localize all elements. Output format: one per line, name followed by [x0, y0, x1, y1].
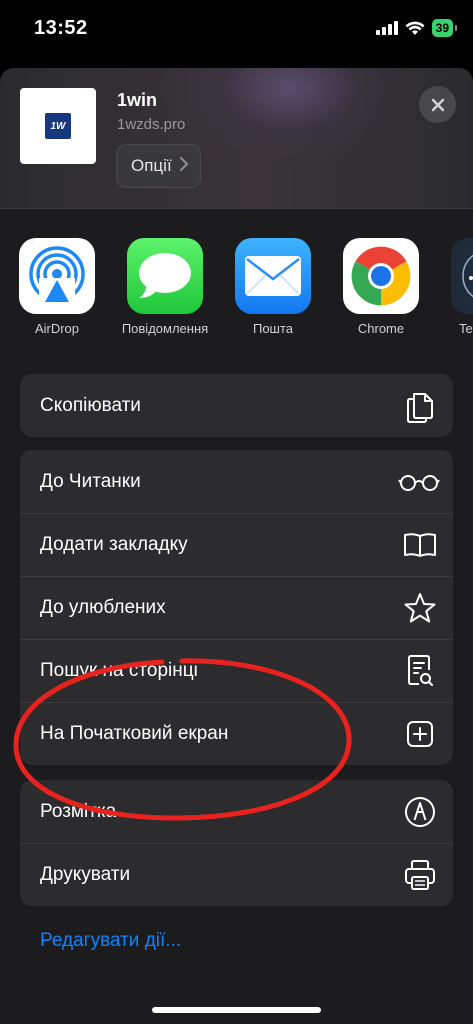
- action-add-to-home-screen[interactable]: На Початковий екран: [20, 702, 453, 765]
- action-markup[interactable]: Розмітка: [20, 780, 453, 843]
- action-group-other: Розмітка Друкувати: [20, 780, 453, 906]
- action-label: На Початковий екран: [40, 722, 229, 744]
- cellular-signal-icon: [375, 21, 398, 35]
- edit-actions-link[interactable]: Редагувати дії...: [40, 930, 181, 952]
- app-chrome[interactable]: Chrome: [331, 238, 431, 336]
- action-label: Додати закладку: [40, 533, 188, 555]
- options-button[interactable]: Опції: [116, 144, 201, 188]
- close-icon: [431, 98, 444, 111]
- copy-icon: [403, 389, 437, 423]
- wifi-icon: [405, 21, 425, 35]
- chevron-right-icon: [179, 156, 188, 176]
- app-share-row: AirDrop Повідомлення Пошта Chrome Te: [0, 238, 473, 348]
- markup-icon: [403, 795, 437, 829]
- site-logo: 1W: [45, 113, 71, 139]
- battery-indicator: 39: [431, 19, 458, 37]
- printer-icon: [403, 858, 437, 892]
- app-label-chrome: Chrome: [357, 321, 405, 336]
- app-airdrop[interactable]: AirDrop: [7, 238, 107, 336]
- action-find-on-page[interactable]: Пошук на сторінці: [20, 639, 453, 702]
- book-icon: [403, 528, 437, 562]
- action-add-favorites[interactable]: До улюблених: [20, 576, 453, 639]
- find-on-page-icon: [403, 654, 437, 688]
- action-copy[interactable]: Скопіювати: [20, 374, 453, 437]
- action-label: Пошук на сторінці: [40, 659, 198, 681]
- chrome-icon: [343, 238, 419, 314]
- site-thumbnail: 1W: [20, 88, 96, 164]
- mail-icon: [235, 238, 311, 314]
- app-label-partial: Te: [459, 321, 473, 336]
- site-url: 1wzds.pro: [117, 116, 186, 133]
- home-indicator: [152, 1007, 321, 1013]
- airdrop-icon: [19, 238, 95, 314]
- action-add-bookmark[interactable]: Додати закладку: [20, 513, 453, 576]
- close-button[interactable]: [419, 86, 456, 123]
- app-label-airdrop: AirDrop: [34, 321, 80, 336]
- action-label: Розмітка: [40, 800, 117, 822]
- messages-icon: [127, 238, 203, 314]
- site-title: 1win: [117, 90, 158, 110]
- action-label: До улюблених: [40, 596, 166, 618]
- action-group-safari: До Читанки Додати закладку До улюблених …: [20, 450, 453, 765]
- header-divider: [0, 208, 473, 209]
- status-time: 13:52: [34, 17, 88, 39]
- partial-app-icon: [451, 238, 473, 314]
- app-partial[interactable]: Te: [439, 238, 473, 336]
- star-icon: [403, 591, 437, 625]
- app-mail[interactable]: Пошта: [223, 238, 323, 336]
- action-label: Друкувати: [40, 863, 131, 885]
- action-group-copy: Скопіювати: [20, 374, 453, 437]
- add-square-icon: [403, 717, 437, 751]
- action-print[interactable]: Друкувати: [20, 843, 453, 906]
- action-reader[interactable]: До Читанки: [20, 450, 453, 513]
- app-label-mail: Пошта: [252, 321, 294, 336]
- status-bar: 13:52 39: [0, 0, 473, 56]
- options-label: Опції: [131, 156, 172, 175]
- app-label-messages: Повідомлення: [121, 321, 209, 336]
- action-label: До Читанки: [40, 470, 141, 492]
- share-sheet: 1W 1win 1wzds.pro Опції AirDrop Повідомл…: [0, 68, 473, 1024]
- action-label: Скопіювати: [40, 394, 141, 416]
- app-messages[interactable]: Повідомлення: [115, 238, 215, 336]
- status-icons: 39: [375, 19, 458, 37]
- reader-glasses-icon: [397, 465, 441, 499]
